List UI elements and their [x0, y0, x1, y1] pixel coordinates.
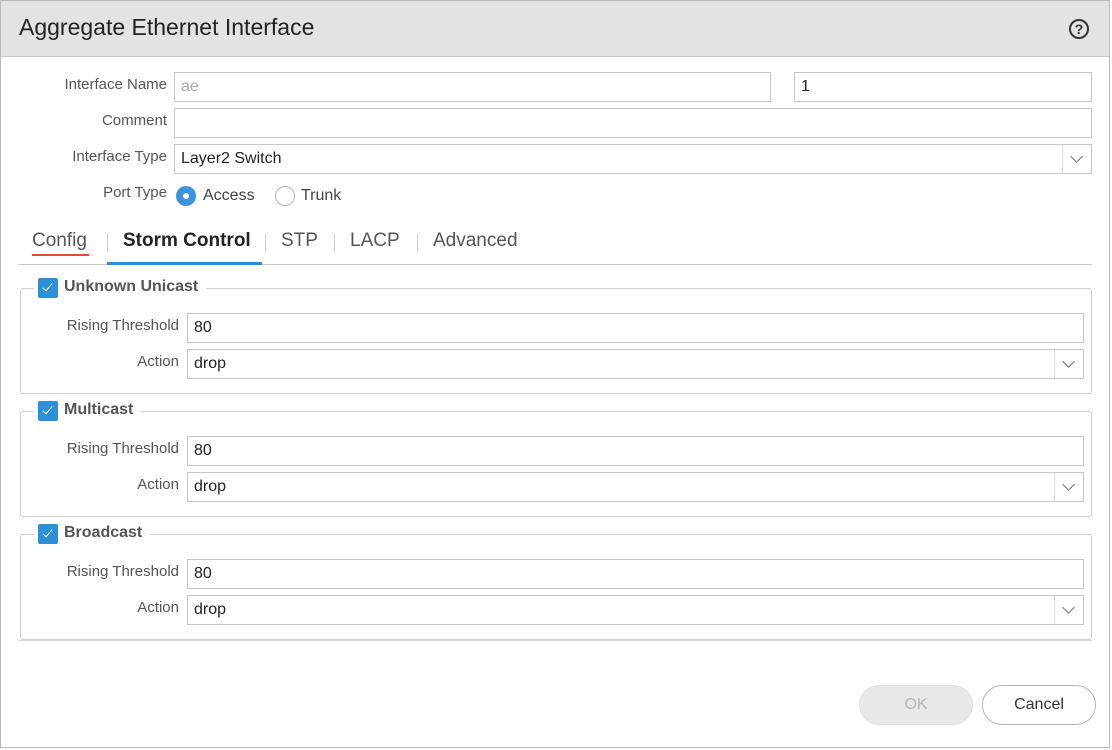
- broadcast-rising-threshold-field[interactable]: 80: [187, 559, 1084, 589]
- ok-button[interactable]: OK: [859, 685, 973, 725]
- dialog-titlebar: Aggregate Ethernet Interface ?: [1, 1, 1109, 57]
- cancel-button[interactable]: Cancel: [982, 685, 1096, 725]
- active-tab-indicator: [107, 262, 262, 265]
- unknown-unicast-action-value: drop: [194, 355, 227, 372]
- interface-name-number-field[interactable]: 1: [794, 72, 1092, 102]
- tab-separator: [334, 234, 335, 252]
- action-label: Action: [137, 476, 179, 493]
- tab-config[interactable]: Config: [32, 230, 87, 252]
- rising-threshold-label: Rising Threshold: [66, 317, 179, 334]
- tab-separator: [417, 234, 418, 252]
- interface-name-prefix-field: ae: [174, 72, 771, 102]
- broadcast-action-select[interactable]: drop: [187, 595, 1084, 625]
- footer-divider: [18, 640, 1092, 641]
- multicast-header: Multicast: [34, 400, 142, 422]
- dialog-title: Aggregate Ethernet Interface: [19, 14, 315, 40]
- chevron-down-icon[interactable]: [1062, 145, 1091, 173]
- port-type-label: Port Type: [103, 184, 167, 201]
- interface-name-label: Interface Name: [64, 76, 167, 93]
- port-type-access-radio[interactable]: [176, 186, 196, 206]
- multicast-checkbox[interactable]: [38, 401, 58, 421]
- unknown-unicast-header: Unknown Unicast: [34, 277, 207, 299]
- chevron-down-icon[interactable]: [1054, 473, 1083, 501]
- broadcast-header: Broadcast: [34, 523, 151, 545]
- interface-type-select[interactable]: Layer2 Switch: [174, 144, 1092, 174]
- tab-config-marker: [32, 254, 89, 256]
- unknown-unicast-group: Unknown Unicast Rising Threshold 80 Acti…: [20, 277, 1092, 394]
- unknown-unicast-rising-threshold-field[interactable]: 80: [187, 313, 1084, 343]
- action-label: Action: [137, 599, 179, 616]
- tab-advanced[interactable]: Advanced: [433, 230, 518, 252]
- action-label: Action: [137, 353, 179, 370]
- tab-separator: [265, 234, 266, 252]
- interface-type-label: Interface Type: [72, 148, 167, 165]
- broadcast-group: Broadcast Rising Threshold 80 Action dro…: [20, 523, 1092, 640]
- multicast-group: Multicast Rising Threshold 80 Action dro…: [20, 400, 1092, 517]
- broadcast-title: Broadcast: [64, 524, 143, 541]
- multicast-rising-threshold-field[interactable]: 80: [187, 436, 1084, 466]
- tab-separator: [107, 234, 108, 252]
- rising-threshold-label: Rising Threshold: [66, 563, 179, 580]
- tab-lacp[interactable]: LACP: [350, 230, 400, 252]
- rising-threshold-label: Rising Threshold: [66, 440, 179, 457]
- unknown-unicast-title: Unknown Unicast: [64, 278, 199, 295]
- aggregate-ethernet-dialog: Aggregate Ethernet Interface ? Interface…: [0, 0, 1110, 748]
- unknown-unicast-checkbox[interactable]: [38, 278, 58, 298]
- port-type-trunk-radio[interactable]: [275, 186, 295, 206]
- port-type-access-label[interactable]: Access: [203, 187, 255, 205]
- interface-type-value: Layer2 Switch: [181, 150, 282, 167]
- chevron-down-icon[interactable]: [1054, 596, 1083, 624]
- port-type-trunk-label[interactable]: Trunk: [301, 187, 341, 205]
- broadcast-checkbox[interactable]: [38, 524, 58, 544]
- tab-storm-control[interactable]: Storm Control: [123, 230, 251, 252]
- multicast-action-value: drop: [194, 478, 227, 495]
- multicast-title: Multicast: [64, 401, 134, 418]
- unknown-unicast-action-select[interactable]: drop: [187, 349, 1084, 379]
- chevron-down-icon[interactable]: [1054, 350, 1083, 378]
- comment-label: Comment: [101, 112, 167, 129]
- comment-field[interactable]: [174, 108, 1092, 138]
- multicast-action-select[interactable]: drop: [187, 472, 1084, 502]
- tab-stp[interactable]: STP: [281, 230, 318, 252]
- broadcast-action-value: drop: [194, 601, 227, 618]
- help-circle-icon[interactable]: ?: [1069, 19, 1089, 39]
